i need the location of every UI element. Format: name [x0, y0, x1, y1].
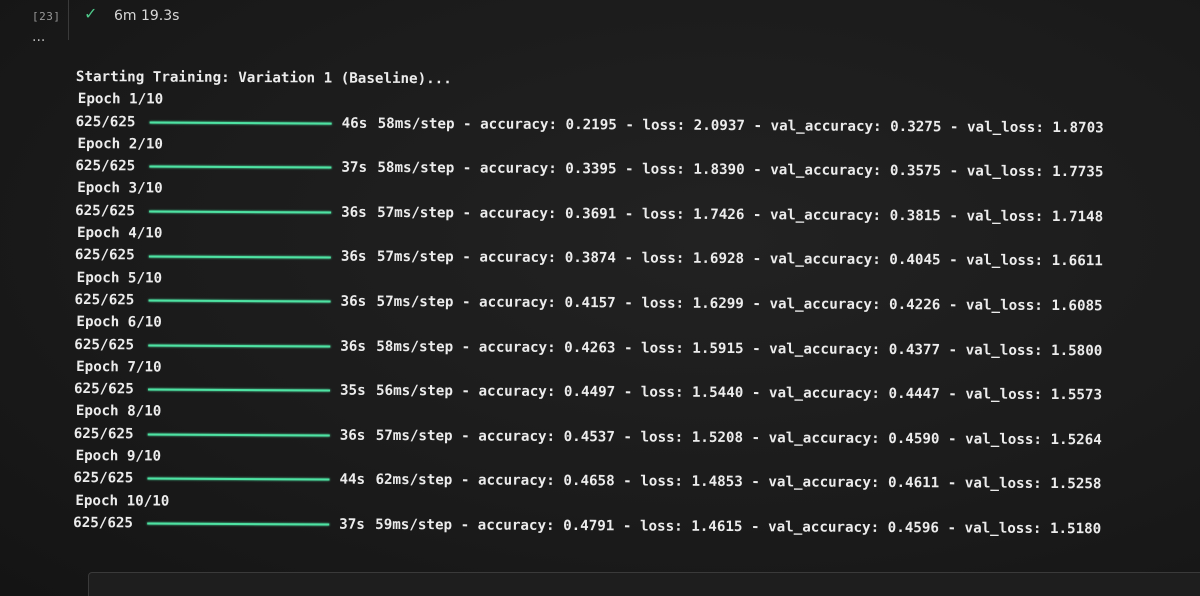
step-count: 625/625 [75, 202, 135, 220]
progress-bar [149, 121, 332, 125]
ellipsis-icon[interactable]: ··· [32, 34, 45, 48]
epoch-metrics: 58ms/step - accuracy: 0.3395 - loss: 1.8… [377, 160, 1104, 181]
epoch-time: 36s [340, 293, 367, 310]
execution-duration: 6m 19.3s [114, 8, 180, 24]
epoch-time: 37s [341, 159, 368, 176]
step-count: 625/625 [73, 470, 134, 487]
step-count: 625/625 [74, 336, 135, 353]
step-count: 625/625 [74, 247, 135, 264]
step-count: 625/625 [73, 381, 134, 398]
epoch-time: 37s [339, 516, 365, 533]
epoch-time: 35s [339, 382, 366, 399]
step-count: 625/625 [73, 425, 134, 443]
epoch-time: 36s [340, 338, 366, 355]
gutter-divider [68, 0, 69, 40]
progress-bar [149, 210, 332, 214]
progress-bar [147, 522, 330, 526]
epoch-metrics: 62ms/step - accuracy: 0.4658 - loss: 1.4… [375, 472, 1102, 493]
epoch-metrics: 57ms/step - accuracy: 0.3691 - loss: 1.7… [377, 204, 1104, 226]
epoch-time: 36s [340, 248, 367, 266]
progress-bar [147, 477, 330, 482]
cell-header: [23] ✓ 6m 19.3s [0, 0, 1200, 36]
step-count: 625/625 [75, 158, 136, 175]
check-icon: ✓ [84, 4, 98, 23]
epoch-time: 36s [339, 427, 366, 444]
step-count: 625/625 [75, 113, 136, 130]
epoch-metrics: 59ms/step - accuracy: 0.4791 - loss: 1.4… [375, 516, 1102, 538]
progress-bar [147, 433, 330, 437]
step-count: 625/625 [74, 291, 135, 309]
progress-bar [148, 254, 331, 259]
progress-bar [148, 299, 331, 303]
execution-count: [23] [32, 10, 61, 23]
epoch-metrics: 57ms/step - accuracy: 0.3874 - loss: 1.6… [376, 249, 1103, 270]
notebook-screen: [23] ✓ 6m 19.3s ··· Starting Training: V… [0, 0, 1200, 596]
epoch-time: 46s [341, 115, 368, 132]
step-count: 625/625 [73, 514, 134, 532]
next-cell[interactable] [88, 572, 1200, 596]
epoch-metrics: 58ms/step - accuracy: 0.4263 - loss: 1.5… [376, 338, 1103, 359]
epoch-metrics: 56ms/step - accuracy: 0.4497 - loss: 1.5… [375, 382, 1103, 404]
epoch-time: 36s [341, 204, 367, 221]
cell-output: Starting Training: Variation 1 (Baseline… [73, 66, 1186, 541]
epoch-metrics: 57ms/step - accuracy: 0.4157 - loss: 1.6… [376, 293, 1103, 315]
progress-bar [148, 388, 331, 392]
progress-bar [148, 344, 331, 348]
epoch-metrics: 58ms/step - accuracy: 0.2195 - loss: 2.0… [377, 115, 1104, 136]
progress-bar [149, 165, 332, 169]
epoch-metrics: 57ms/step - accuracy: 0.4537 - loss: 1.5… [375, 427, 1102, 449]
epoch-time: 44s [339, 471, 366, 489]
